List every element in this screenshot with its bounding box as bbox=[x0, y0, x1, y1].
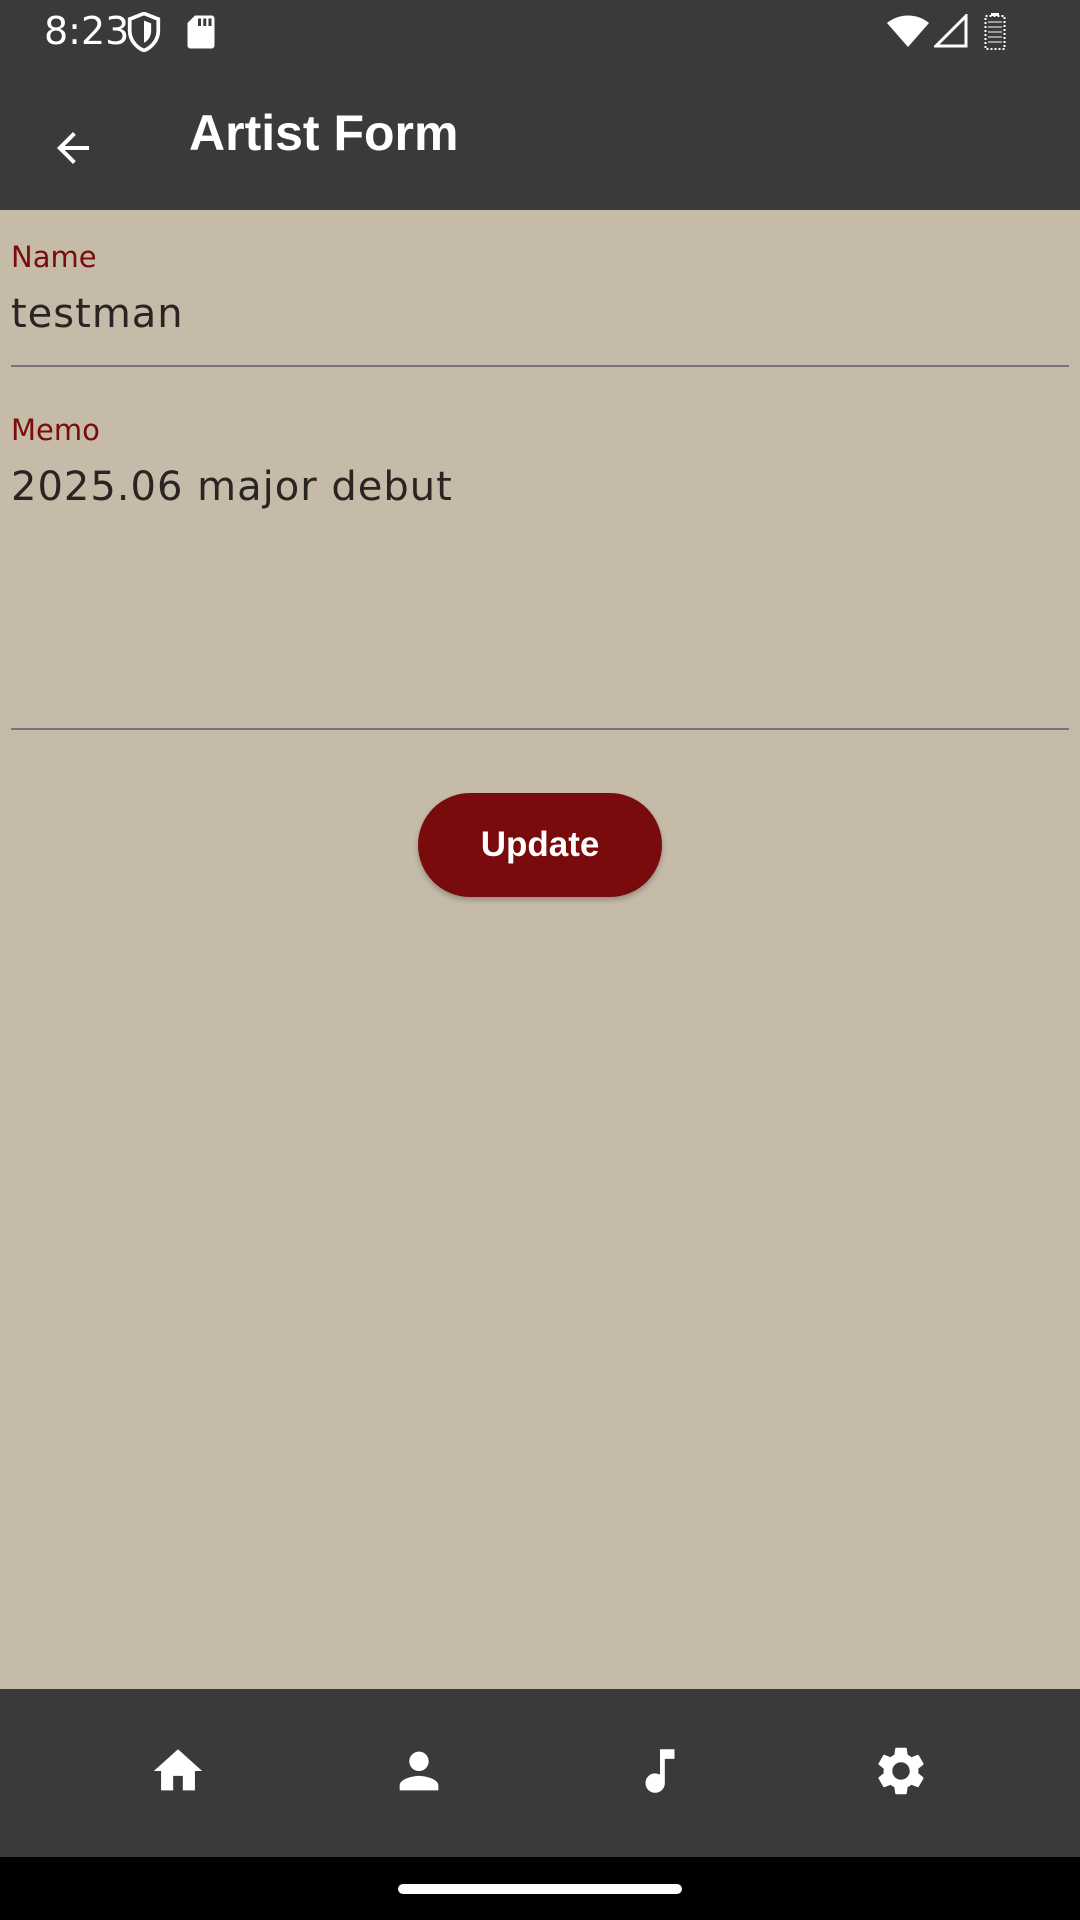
arrow-back-icon bbox=[49, 124, 97, 177]
name-field[interactable]: Name testman bbox=[11, 240, 1069, 370]
gesture-handle[interactable] bbox=[398, 1884, 682, 1894]
name-field-label: Name bbox=[11, 240, 97, 274]
music-note-icon bbox=[631, 1742, 689, 1805]
nav-item-home[interactable] bbox=[58, 1689, 298, 1857]
gear-icon bbox=[872, 1742, 930, 1805]
system-gesture-area bbox=[0, 1857, 1080, 1920]
person-icon bbox=[390, 1742, 448, 1805]
update-button[interactable]: Update bbox=[418, 793, 662, 897]
app-bar: Artist Form bbox=[0, 64, 1080, 210]
sd-card-icon bbox=[186, 14, 216, 55]
name-input[interactable]: testman bbox=[11, 290, 1061, 338]
memo-field-label: Memo bbox=[11, 413, 100, 447]
home-icon bbox=[149, 1742, 207, 1805]
memo-textarea[interactable]: 2025.06 major debut bbox=[11, 463, 1061, 511]
status-bar: 8:23 bbox=[0, 0, 1080, 64]
memo-field-underline bbox=[11, 728, 1069, 730]
bottom-navigation bbox=[0, 1689, 1080, 1857]
nav-item-settings[interactable] bbox=[781, 1689, 1021, 1857]
page-title: Artist Form bbox=[189, 105, 459, 161]
back-button[interactable] bbox=[28, 105, 118, 195]
memo-field[interactable]: Memo 2025.06 major debut bbox=[11, 413, 1069, 733]
shield-icon bbox=[126, 11, 162, 57]
cell-signal-icon bbox=[932, 12, 968, 53]
status-time: 8:23 bbox=[44, 9, 130, 53]
nav-item-artists[interactable] bbox=[299, 1689, 539, 1857]
nav-item-music[interactable] bbox=[540, 1689, 780, 1857]
wifi-icon bbox=[886, 14, 930, 53]
name-field-underline bbox=[11, 365, 1069, 367]
battery-icon bbox=[984, 12, 1006, 55]
